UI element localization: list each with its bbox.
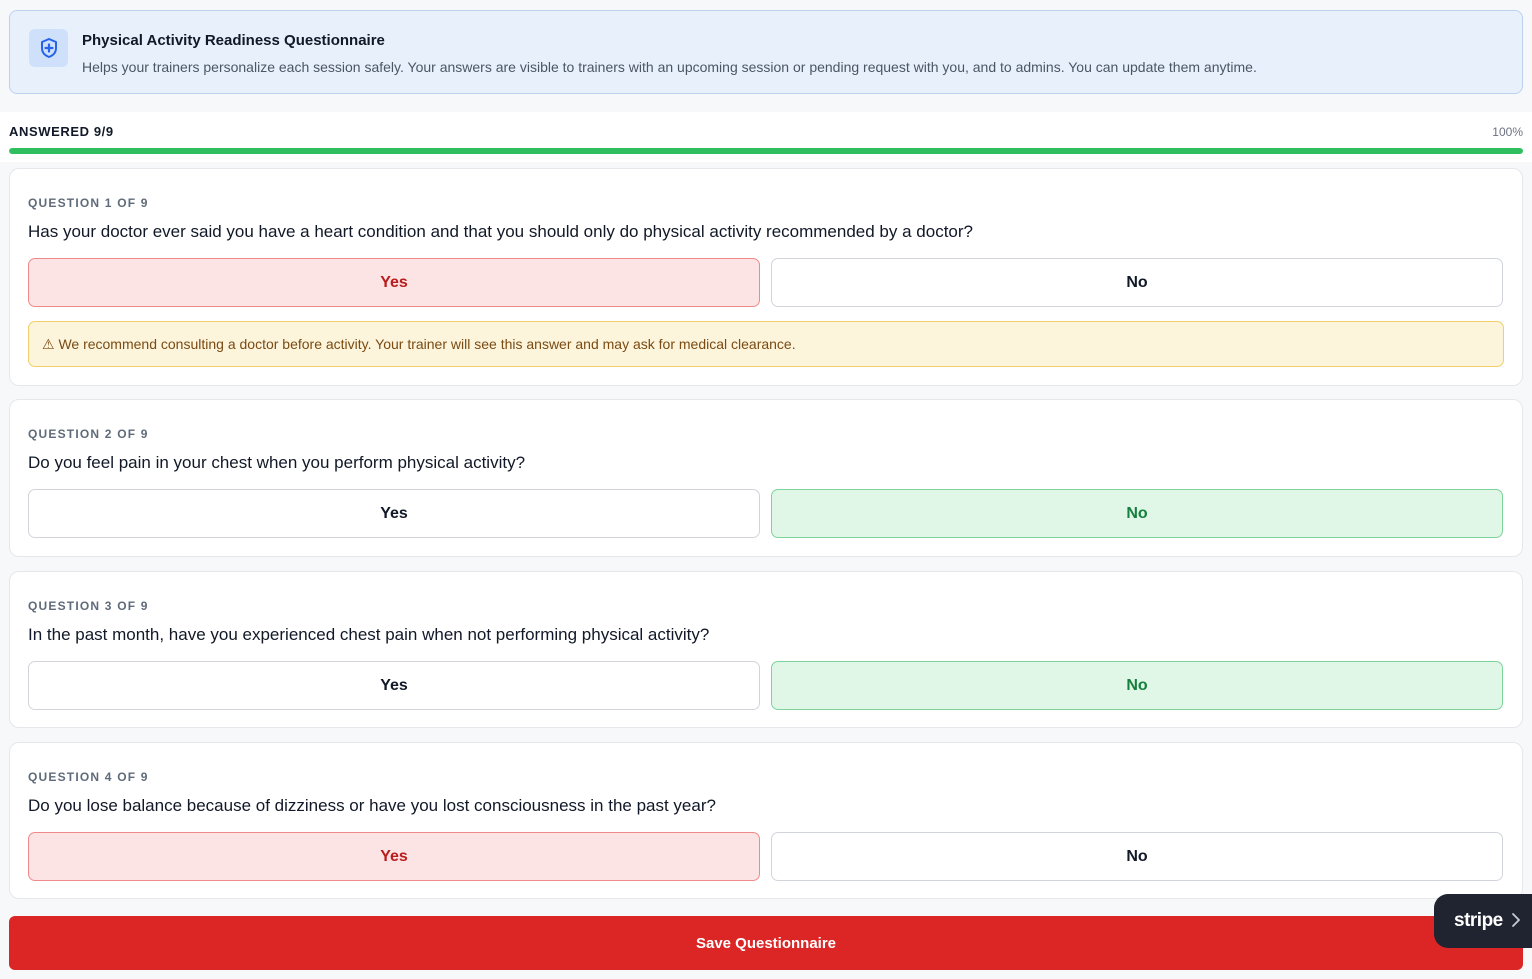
question-number: QUESTION 2 OF 9 — [28, 427, 149, 441]
stripe-badge[interactable]: stripe — [1434, 894, 1532, 948]
progress-bar — [9, 148, 1523, 154]
progress-percent: 100% — [1492, 125, 1523, 139]
question-card-4: QUESTION 4 OF 9 Do you lose balance beca… — [9, 742, 1523, 899]
question-text: Do you feel pain in your chest when you … — [28, 453, 526, 472]
question-card-3: QUESTION 3 OF 9 In the past month, have … — [9, 571, 1523, 728]
answer-no-button[interactable]: No — [771, 258, 1503, 307]
progress-label: ANSWERED 9/9 — [9, 124, 114, 139]
question-number: QUESTION 4 OF 9 — [28, 770, 149, 784]
info-banner: Physical Activity Readiness Questionnair… — [9, 10, 1523, 94]
question-text: In the past month, have you experienced … — [28, 625, 710, 644]
chevron-right-icon — [1510, 910, 1522, 935]
question-number: QUESTION 3 OF 9 — [28, 599, 149, 613]
progress-bar-fill — [9, 148, 1523, 154]
stripe-logo: stripe — [1454, 910, 1503, 931]
medical-warning: ⚠ We recommend consulting a doctor befor… — [28, 321, 1504, 367]
shield-plus-icon — [29, 29, 68, 67]
save-questionnaire-button[interactable]: Save Questionnaire — [9, 916, 1523, 970]
banner-title: Physical Activity Readiness Questionnair… — [82, 32, 385, 49]
answer-yes-button[interactable]: Yes — [28, 489, 760, 538]
banner-description: Helps your trainers personalize each ses… — [82, 59, 1257, 75]
question-card-2: QUESTION 2 OF 9 Do you feel pain in your… — [9, 399, 1523, 557]
answer-no-button[interactable]: No — [771, 832, 1503, 881]
progress-section: ANSWERED 9/9 100% — [0, 112, 1532, 162]
answer-yes-button[interactable]: Yes — [28, 832, 760, 881]
question-text: Do you lose balance because of dizziness… — [28, 796, 716, 815]
answer-yes-button[interactable]: Yes — [28, 661, 760, 710]
question-number: QUESTION 1 OF 9 — [28, 196, 149, 210]
answer-no-button[interactable]: No — [771, 661, 1503, 710]
answer-yes-button[interactable]: Yes — [28, 258, 760, 307]
question-text: Has your doctor ever said you have a hea… — [28, 222, 973, 241]
question-card-1: QUESTION 1 OF 9 Has your doctor ever sai… — [9, 168, 1523, 386]
answer-no-button[interactable]: No — [771, 489, 1503, 538]
